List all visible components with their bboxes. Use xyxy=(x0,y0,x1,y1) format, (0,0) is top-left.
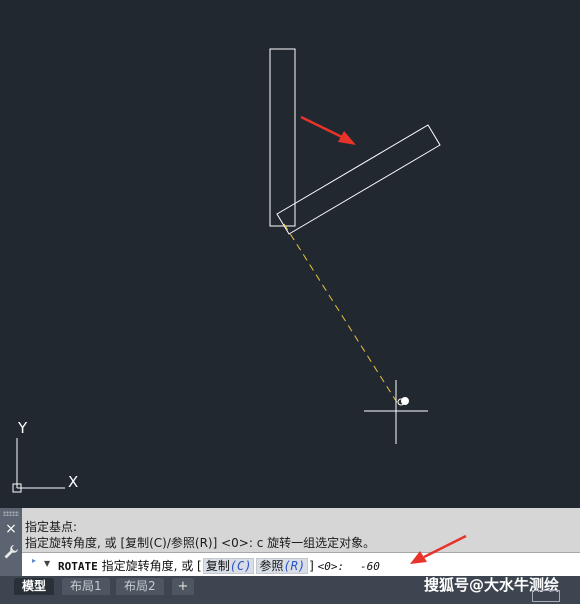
history-line: 指定基点: xyxy=(25,520,78,534)
command-line-input[interactable]: ▸ ▼ ROTATE 指定旋转角度, 或 [复制(C) 参照(R)] <0>: -… xyxy=(22,552,580,576)
history-line: 指定旋转角度, 或 [复制(C)/参照(R)] <0>: c 旋转一组选定对象。 xyxy=(25,536,376,550)
rotation-rubber-band xyxy=(283,223,399,405)
command-prompt-text: ROTATE 指定旋转角度, 或 [复制(C) 参照(R)] <0>: -60 xyxy=(58,557,380,574)
tab-layout2[interactable]: 布局2 xyxy=(116,578,164,595)
ucs-y-label: Y xyxy=(17,419,28,437)
original-rectangle xyxy=(269,48,296,227)
bracket-close: ] xyxy=(309,559,314,573)
option-copy-label: 复制 xyxy=(205,559,230,573)
status-grid-icon[interactable] xyxy=(532,590,560,602)
close-icon[interactable]: × xyxy=(0,520,22,538)
option-reference-label: 参照 xyxy=(259,559,284,573)
option-reference-key: (R) xyxy=(283,559,306,573)
command-panel-sidebar: × xyxy=(0,508,22,576)
command-name: ROTATE xyxy=(58,560,98,573)
recent-commands-dropdown-icon[interactable]: ▼ xyxy=(44,559,50,568)
rotated-rectangle xyxy=(276,124,441,235)
prompt-text: 指定旋转角度, 或 xyxy=(101,559,194,573)
tab-layout1[interactable]: 布局1 xyxy=(62,578,110,595)
crosshair-cursor xyxy=(364,380,428,444)
prompt-arrow-icon: ▸ xyxy=(32,556,37,565)
ucs-icon xyxy=(12,438,65,493)
option-copy-key: (C) xyxy=(229,559,252,573)
option-reference[interactable]: 参照(R) xyxy=(256,558,309,574)
annotation-arrow-upper xyxy=(300,115,356,145)
command-history: 指定基点: 指定旋转角度, 或 [复制(C)/参照(R)] <0>: c 旋转一… xyxy=(25,519,375,551)
typed-angle-value[interactable]: -60 xyxy=(360,560,380,573)
ucs-x-label: X xyxy=(68,473,78,491)
drag-grip-icon[interactable] xyxy=(3,511,19,516)
option-copy[interactable]: 复制(C) xyxy=(202,558,255,574)
bracket-open: [ xyxy=(197,559,202,573)
wrench-icon[interactable] xyxy=(3,544,19,560)
add-layout-button[interactable]: + xyxy=(172,578,194,595)
tab-model[interactable]: 模型 xyxy=(14,578,55,595)
drawing-canvas[interactable]: Y X xyxy=(0,0,580,508)
default-value: <0>: xyxy=(317,560,345,573)
